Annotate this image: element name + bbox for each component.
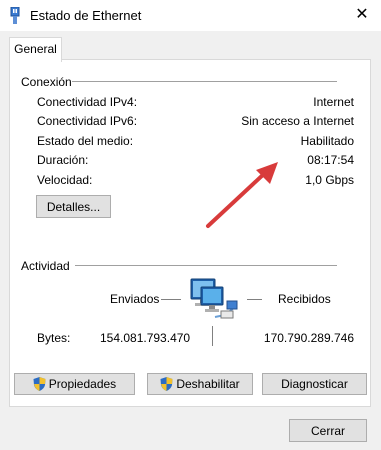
uac-shield-icon — [160, 377, 173, 391]
sent-line — [161, 299, 181, 300]
bytes-received-value: 170.790.289.746 — [263, 331, 354, 345]
close-window-button[interactable]: ✕ — [349, 3, 375, 27]
details-button[interactable]: Detalles... — [36, 195, 111, 218]
annotation-arrow — [206, 162, 278, 228]
bytes-sent-value: 154.081.793.470 — [100, 331, 191, 345]
window-title: Estado de Ethernet — [30, 8, 142, 23]
media-state-label: Estado del medio: — [37, 134, 134, 148]
duration-label: Duración: — [37, 153, 89, 167]
details-button-label: Detalles... — [46, 199, 101, 214]
duration-value: 08:17:54 — [307, 153, 354, 167]
uac-shield-icon — [33, 377, 46, 391]
ethernet-icon — [10, 7, 20, 24]
connection-separator — [72, 81, 337, 82]
properties-button[interactable]: Propiedades — [14, 373, 135, 395]
close-button-label: Cerrar — [310, 423, 345, 438]
connection-group-label: Conexión — [21, 75, 72, 89]
diagnose-button-label: Diagnosticar — [281, 377, 348, 391]
tab-general-label: General — [14, 42, 57, 56]
media-state-value: Habilitado — [300, 134, 354, 148]
close-button[interactable]: Cerrar — [289, 419, 367, 442]
tab-panel — [9, 59, 371, 407]
disable-button[interactable]: Deshabilitar — [147, 373, 253, 395]
diagnose-button[interactable]: Diagnosticar — [262, 373, 367, 395]
tab-general[interactable]: General — [9, 37, 62, 62]
ipv6-value: Sin acceso a Internet — [241, 114, 354, 128]
sent-label: Enviados — [110, 292, 160, 306]
ipv4-label: Conectividad IPv4: — [37, 95, 138, 109]
bytes-label: Bytes: — [37, 331, 71, 345]
speed-label: Velocidad: — [37, 173, 93, 187]
received-line — [247, 299, 262, 300]
network-computers-icon — [190, 278, 238, 319]
ipv6-label: Conectividad IPv6: — [37, 114, 138, 128]
speed-value: 1,0 Gbps — [305, 173, 354, 187]
properties-button-label: Propiedades — [48, 377, 117, 391]
activity-group-label: Actividad — [21, 259, 70, 273]
bytes-divider — [212, 326, 213, 346]
title-bar: Estado de Ethernet ✕ — [0, 0, 381, 31]
activity-separator — [75, 265, 337, 266]
received-label: Recibidos — [278, 292, 331, 306]
disable-button-label: Deshabilitar — [176, 377, 240, 391]
ipv4-value: Internet — [313, 95, 354, 109]
